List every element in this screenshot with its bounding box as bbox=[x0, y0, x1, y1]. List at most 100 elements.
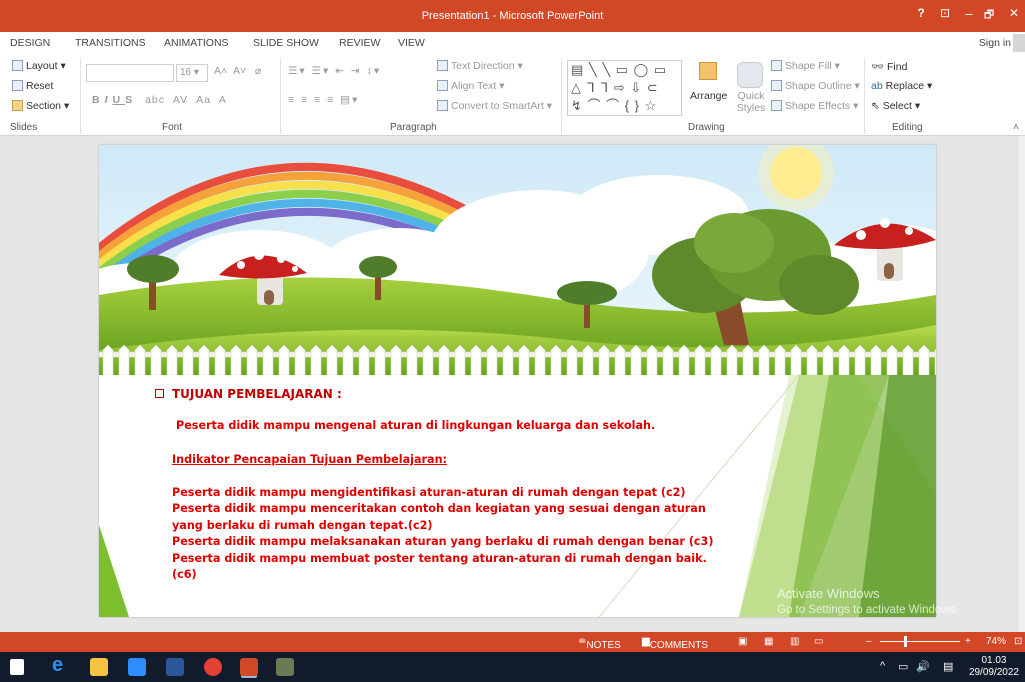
tab-design[interactable]: DESIGN bbox=[10, 37, 50, 49]
slide[interactable]: TUJUAN PEMBELAJARAN : Peserta didik mamp… bbox=[99, 145, 936, 617]
convert-smartart-button[interactable]: Convert to SmartArt ▾ bbox=[437, 100, 552, 112]
list-buttons[interactable]: ☰▾ ☰▾ ⇤ ⇥ ↕▾ bbox=[288, 65, 381, 77]
find-button[interactable]: 👓 Find bbox=[871, 60, 907, 73]
underline-button[interactable]: U bbox=[113, 94, 126, 106]
collapse-ribbon-icon[interactable]: ˄ bbox=[1013, 122, 1019, 133]
change-case-button[interactable]: Aa bbox=[196, 94, 211, 106]
fence-picket bbox=[870, 344, 882, 375]
fence-picket bbox=[422, 344, 434, 375]
strikethrough-button[interactable]: abc bbox=[145, 94, 165, 106]
file-explorer-icon[interactable] bbox=[90, 658, 108, 676]
bold-button[interactable]: B bbox=[92, 94, 105, 106]
quick-styles-label: Quick Styles bbox=[736, 90, 766, 114]
fence-picket bbox=[214, 344, 226, 375]
font-color-button[interactable]: A bbox=[219, 94, 227, 106]
close-button[interactable]: ✕ bbox=[1003, 6, 1025, 20]
window-title: Presentation1 - Microsoft PowerPoint bbox=[421, 10, 604, 22]
italic-button[interactable]: I bbox=[105, 94, 113, 106]
arrange-label: Arrange bbox=[690, 90, 728, 102]
fence-picket bbox=[646, 344, 658, 375]
cursor-icon: ⇖ bbox=[871, 100, 883, 112]
photos-icon[interactable] bbox=[276, 658, 294, 676]
character-spacing-button[interactable]: AV bbox=[173, 94, 188, 106]
reset-button[interactable]: Reset bbox=[12, 80, 53, 92]
tab-animations[interactable]: ANIMATIONS bbox=[164, 37, 229, 49]
edge-icon[interactable]: e bbox=[52, 654, 70, 676]
ribbon-tabs: DESIGN TRANSITIONS ANIMATIONS SLIDE SHOW… bbox=[0, 32, 1025, 54]
zoom-level[interactable]: 74% bbox=[986, 636, 1006, 647]
fence-picket bbox=[598, 344, 610, 375]
fence-picket bbox=[374, 344, 386, 375]
comments-label: COMMENTS bbox=[649, 640, 709, 651]
word-icon[interactable] bbox=[166, 658, 184, 676]
fence-picket bbox=[230, 344, 242, 375]
zoom-slider[interactable] bbox=[880, 641, 960, 642]
learning-goal: Peserta didik mampu mengenal aturan di l… bbox=[176, 419, 656, 432]
account-avatar[interactable] bbox=[1013, 34, 1025, 52]
smartart-icon bbox=[437, 100, 448, 111]
comments-button[interactable]: ▆ COMMENTS bbox=[642, 636, 708, 651]
group-separator bbox=[280, 58, 281, 134]
maximize-button[interactable]: 🗗 bbox=[978, 6, 1000, 25]
layout-button[interactable]: Layout ▾ bbox=[12, 60, 66, 72]
fit-slide-icon[interactable]: ⊡ bbox=[1014, 636, 1022, 647]
zoom-slider-handle[interactable] bbox=[904, 636, 907, 647]
section-button[interactable]: Section ▾ bbox=[12, 100, 69, 112]
indicator-title: Indikator Pencapaian Tujuan Pembelajaran… bbox=[172, 453, 448, 466]
system-clock[interactable]: 01.03 29/09/2022 bbox=[969, 655, 1019, 679]
zoom-in-button[interactable]: + bbox=[965, 636, 971, 647]
sign-in-link[interactable]: Sign in bbox=[979, 37, 1011, 49]
tab-review[interactable]: REVIEW bbox=[339, 37, 380, 49]
font-size-box[interactable]: 16 ▾ bbox=[176, 64, 208, 82]
fence-picket bbox=[726, 344, 738, 375]
fence-picket bbox=[278, 344, 290, 375]
ribbon-display-options-button[interactable]: ⊡ bbox=[934, 6, 956, 20]
activate-windows-watermark: Activate Windows Go to Settings to activ… bbox=[777, 585, 959, 619]
powerpoint-icon[interactable] bbox=[240, 658, 258, 676]
fence-picket bbox=[342, 344, 354, 375]
shape-fill-button[interactable]: Shape Fill ▾ bbox=[771, 60, 840, 72]
chrome-icon[interactable] bbox=[204, 658, 222, 676]
select-button[interactable]: ⇖ Select ▾ bbox=[871, 100, 920, 112]
tab-transitions[interactable]: TRANSITIONS bbox=[75, 37, 146, 49]
vertical-scrollbar[interactable] bbox=[1017, 136, 1025, 632]
shapes-gallery[interactable]: ▤ ╲ ╲ ▭ ◯ ▭ △ ᒣ ᒣ ⇨ ⇩ ⊂ ↯ ⌒ ⌒ { } ☆ bbox=[567, 60, 682, 116]
reading-view-icon[interactable]: ▥ bbox=[790, 636, 799, 647]
zoom-out-button[interactable]: – bbox=[866, 636, 872, 647]
volume-icon[interactable]: 🔊 bbox=[916, 660, 930, 673]
replace-button[interactable]: ab Replace ▾ bbox=[871, 80, 932, 92]
font-name-box[interactable] bbox=[86, 64, 174, 82]
tab-slide-show[interactable]: SLIDE SHOW bbox=[253, 37, 319, 49]
shadow-button[interactable]: S bbox=[125, 94, 137, 106]
fence-picket bbox=[902, 344, 914, 375]
select-label: Select bbox=[882, 100, 912, 112]
group-label-drawing: Drawing bbox=[688, 122, 725, 133]
fence-picket bbox=[246, 344, 258, 375]
text-direction-button[interactable]: Text Direction ▾ bbox=[437, 60, 523, 72]
watermark-line1: Activate Windows bbox=[777, 586, 880, 601]
notes-button[interactable]: ≐ NOTES bbox=[578, 636, 621, 651]
arrange-button[interactable]: Arrange bbox=[690, 90, 727, 102]
align-text-button[interactable]: Align Text ▾ bbox=[437, 80, 505, 92]
zoom-app-icon[interactable] bbox=[128, 658, 146, 676]
help-button[interactable]: ? bbox=[910, 6, 932, 20]
slide-sorter-icon[interactable]: ▦ bbox=[764, 636, 773, 647]
slide-heading: TUJUAN PEMBELAJARAN : bbox=[155, 387, 342, 401]
notification-icon[interactable]: ▤ bbox=[943, 660, 953, 673]
shape-outline-label: Shape Outline bbox=[785, 80, 852, 92]
font-format-buttons[interactable]: BIUS abc AV Aa A bbox=[92, 94, 227, 106]
battery-icon[interactable]: ▭ bbox=[898, 660, 908, 673]
shape-outline-button[interactable]: Shape Outline ▾ bbox=[771, 80, 860, 92]
slide-show-icon[interactable]: ▭ bbox=[814, 636, 823, 647]
tray-chevron-icon[interactable]: ^ bbox=[880, 660, 885, 672]
quick-styles-icon bbox=[737, 62, 763, 88]
shape-effects-button[interactable]: Shape Effects ▾ bbox=[771, 100, 858, 112]
store-icon[interactable] bbox=[10, 659, 24, 675]
minimize-button[interactable]: – bbox=[958, 6, 980, 21]
grow-font-button[interactable]: A˄ A˅ ⌀ bbox=[214, 65, 261, 77]
quick-styles-button[interactable]: Quick Styles bbox=[733, 90, 769, 114]
alignment-buttons[interactable]: ≡ ≡ ≡ ≡ ▤▾ bbox=[288, 94, 359, 106]
fence-picket bbox=[502, 344, 514, 375]
normal-view-icon[interactable]: ▣ bbox=[738, 636, 747, 647]
tab-view[interactable]: VIEW bbox=[398, 37, 425, 49]
